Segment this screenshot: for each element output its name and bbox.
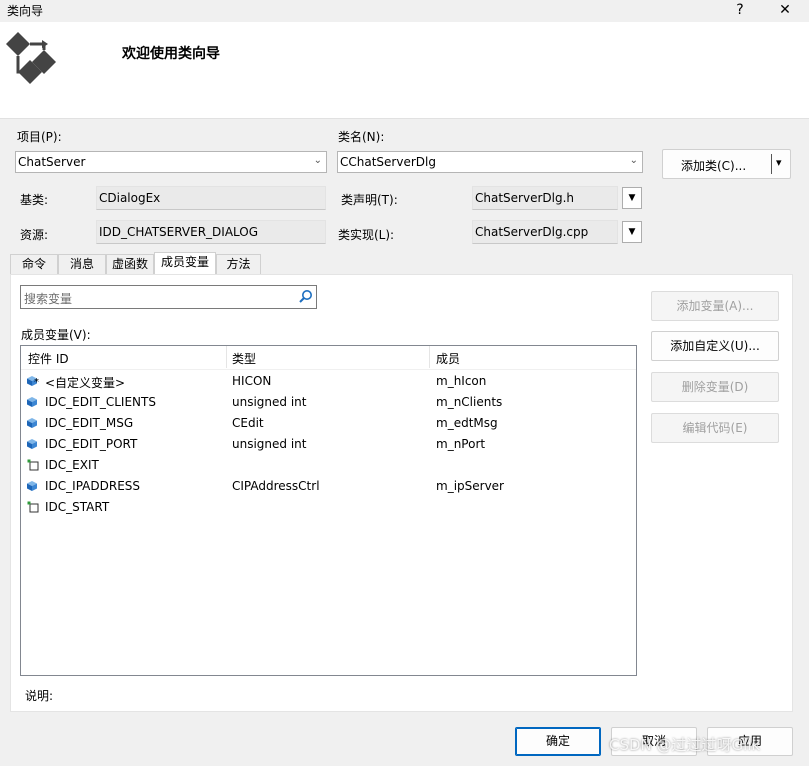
close-button[interactable]: ✕ [770,0,800,20]
search-icon[interactable] [298,289,313,304]
variable-icon [27,439,37,449]
project-value: ChatServer [18,155,86,169]
delete-variable-button[interactable]: 删除变量(D) [651,372,779,402]
resource-value: IDD_CHATSERVER_DIALOG [99,225,259,239]
table-row[interactable]: IDC_START [21,497,636,518]
table-row[interactable]: IDC_EDIT_MSG CEdit m_edtMsg [21,413,636,434]
column-divider[interactable] [429,346,430,368]
base-class-field: CDialogEx [96,186,326,210]
split-divider [771,154,772,174]
control-id-cell: <自定义变量> [45,376,126,390]
help-button[interactable]: ? [725,0,755,20]
resource-field: IDD_CHATSERVER_DIALOG [96,220,326,244]
table-row[interactable]: IDC_EDIT_CLIENTS unsigned int m_nClients [21,392,636,413]
type-cell: CIPAddressCtrl [232,479,320,493]
table-row[interactable]: * <自定义变量> HICON m_hIcon [21,371,636,392]
title-bar [0,0,809,22]
implementation-label: 类实现(L): [338,228,395,242]
tab-messages[interactable]: 消息 [58,254,106,274]
project-combo[interactable]: ChatServer ⌄ [15,151,327,173]
search-placeholder: 搜索变量 [24,292,73,306]
dropdown-arrow-icon[interactable]: ▾ [776,156,782,169]
type-cell: HICON [232,374,272,388]
search-input[interactable]: 搜索变量 [20,285,317,309]
control-icon [27,501,39,513]
tab-member-variables[interactable]: 成员变量 [154,252,216,275]
type-cell: unsigned int [232,395,307,409]
window-title: 类向导 [7,4,44,18]
chevron-down-icon: ⌄ [629,155,638,166]
control-id-cell: IDC_EDIT_PORT [45,437,138,451]
ok-button[interactable]: 确定 [515,727,601,756]
tab-commands[interactable]: 命令 [10,254,58,274]
classname-combo[interactable]: CChatServerDlg ⌄ [337,151,643,173]
control-id-cell: IDC_START [45,500,110,514]
variable-icon [27,418,37,428]
implementation-value: ChatServerDlg.cpp [475,225,589,239]
add-class-button[interactable]: 添加类(C)... ▾ [662,149,791,179]
resource-label: 资源: [20,228,49,242]
member-cell: m_ipServer [436,479,504,493]
add-class-label: 添加类(C)... [681,159,747,173]
project-label: 项目(P): [17,130,62,144]
wizard-header [0,22,809,119]
column-header-control-id[interactable]: 控件 ID [28,350,69,367]
type-cell: unsigned int [232,437,307,451]
type-cell: CEdit [232,416,264,430]
member-variables-label: 成员变量(V): [21,328,91,342]
list-header: 控件 ID 类型 成员 [21,346,636,370]
member-cell: m_nClients [436,395,503,409]
base-class-label: 基类: [20,193,49,207]
control-id-cell: IDC_EDIT_CLIENTS [45,395,156,409]
class-wizard-icon [6,32,56,84]
implementation-dropdown-icon[interactable]: ▼ [622,221,642,243]
declaration-dropdown-icon[interactable]: ▼ [622,187,642,209]
variable-icon [27,397,37,407]
control-id-cell: IDC_EXIT [45,458,99,472]
description-label: 说明: [25,689,54,703]
classname-label: 类名(N): [338,130,385,144]
declaration-label: 类声明(T): [341,193,398,207]
column-header-type[interactable]: 类型 [232,350,256,367]
control-id-cell: IDC_IPADDRESS [45,479,141,493]
chevron-down-icon: ⌄ [313,155,322,166]
add-custom-button[interactable]: 添加自定义(U)... [651,331,779,361]
tab-methods[interactable]: 方法 [216,254,261,274]
add-variable-button[interactable]: 添加变量(A)... [651,291,779,321]
declaration-field: ChatServerDlg.h [472,186,618,210]
tab-virtual-functions[interactable]: 虚函数 [106,254,154,274]
member-cell: m_hIcon [436,374,487,388]
table-row[interactable]: IDC_EXIT [21,455,636,476]
asterisk-icon: * [34,377,39,388]
column-divider[interactable] [226,346,227,368]
variable-icon [27,481,37,491]
declaration-value: ChatServerDlg.h [475,191,575,205]
table-row[interactable]: IDC_IPADDRESS CIPAddressCtrl m_ipServer [21,476,636,497]
control-icon [27,459,39,471]
base-class-value: CDialogEx [99,191,161,205]
classname-value: CChatServerDlg [340,155,436,169]
column-header-member[interactable]: 成员 [436,350,460,367]
member-cell: m_nPort [436,437,486,451]
page-title: 欢迎使用类向导 [122,46,220,62]
member-variables-list[interactable]: 控件 ID 类型 成员 * <自定义变量> HICON m_hIcon IDC_… [20,345,637,676]
edit-code-button[interactable]: 编辑代码(E) [651,413,779,443]
implementation-field: ChatServerDlg.cpp [472,220,618,244]
watermark: CSDN @过过过呀Glik [609,736,761,754]
member-cell: m_edtMsg [436,416,498,430]
control-id-cell: IDC_EDIT_MSG [45,416,134,430]
table-row[interactable]: IDC_EDIT_PORT unsigned int m_nPort [21,434,636,455]
